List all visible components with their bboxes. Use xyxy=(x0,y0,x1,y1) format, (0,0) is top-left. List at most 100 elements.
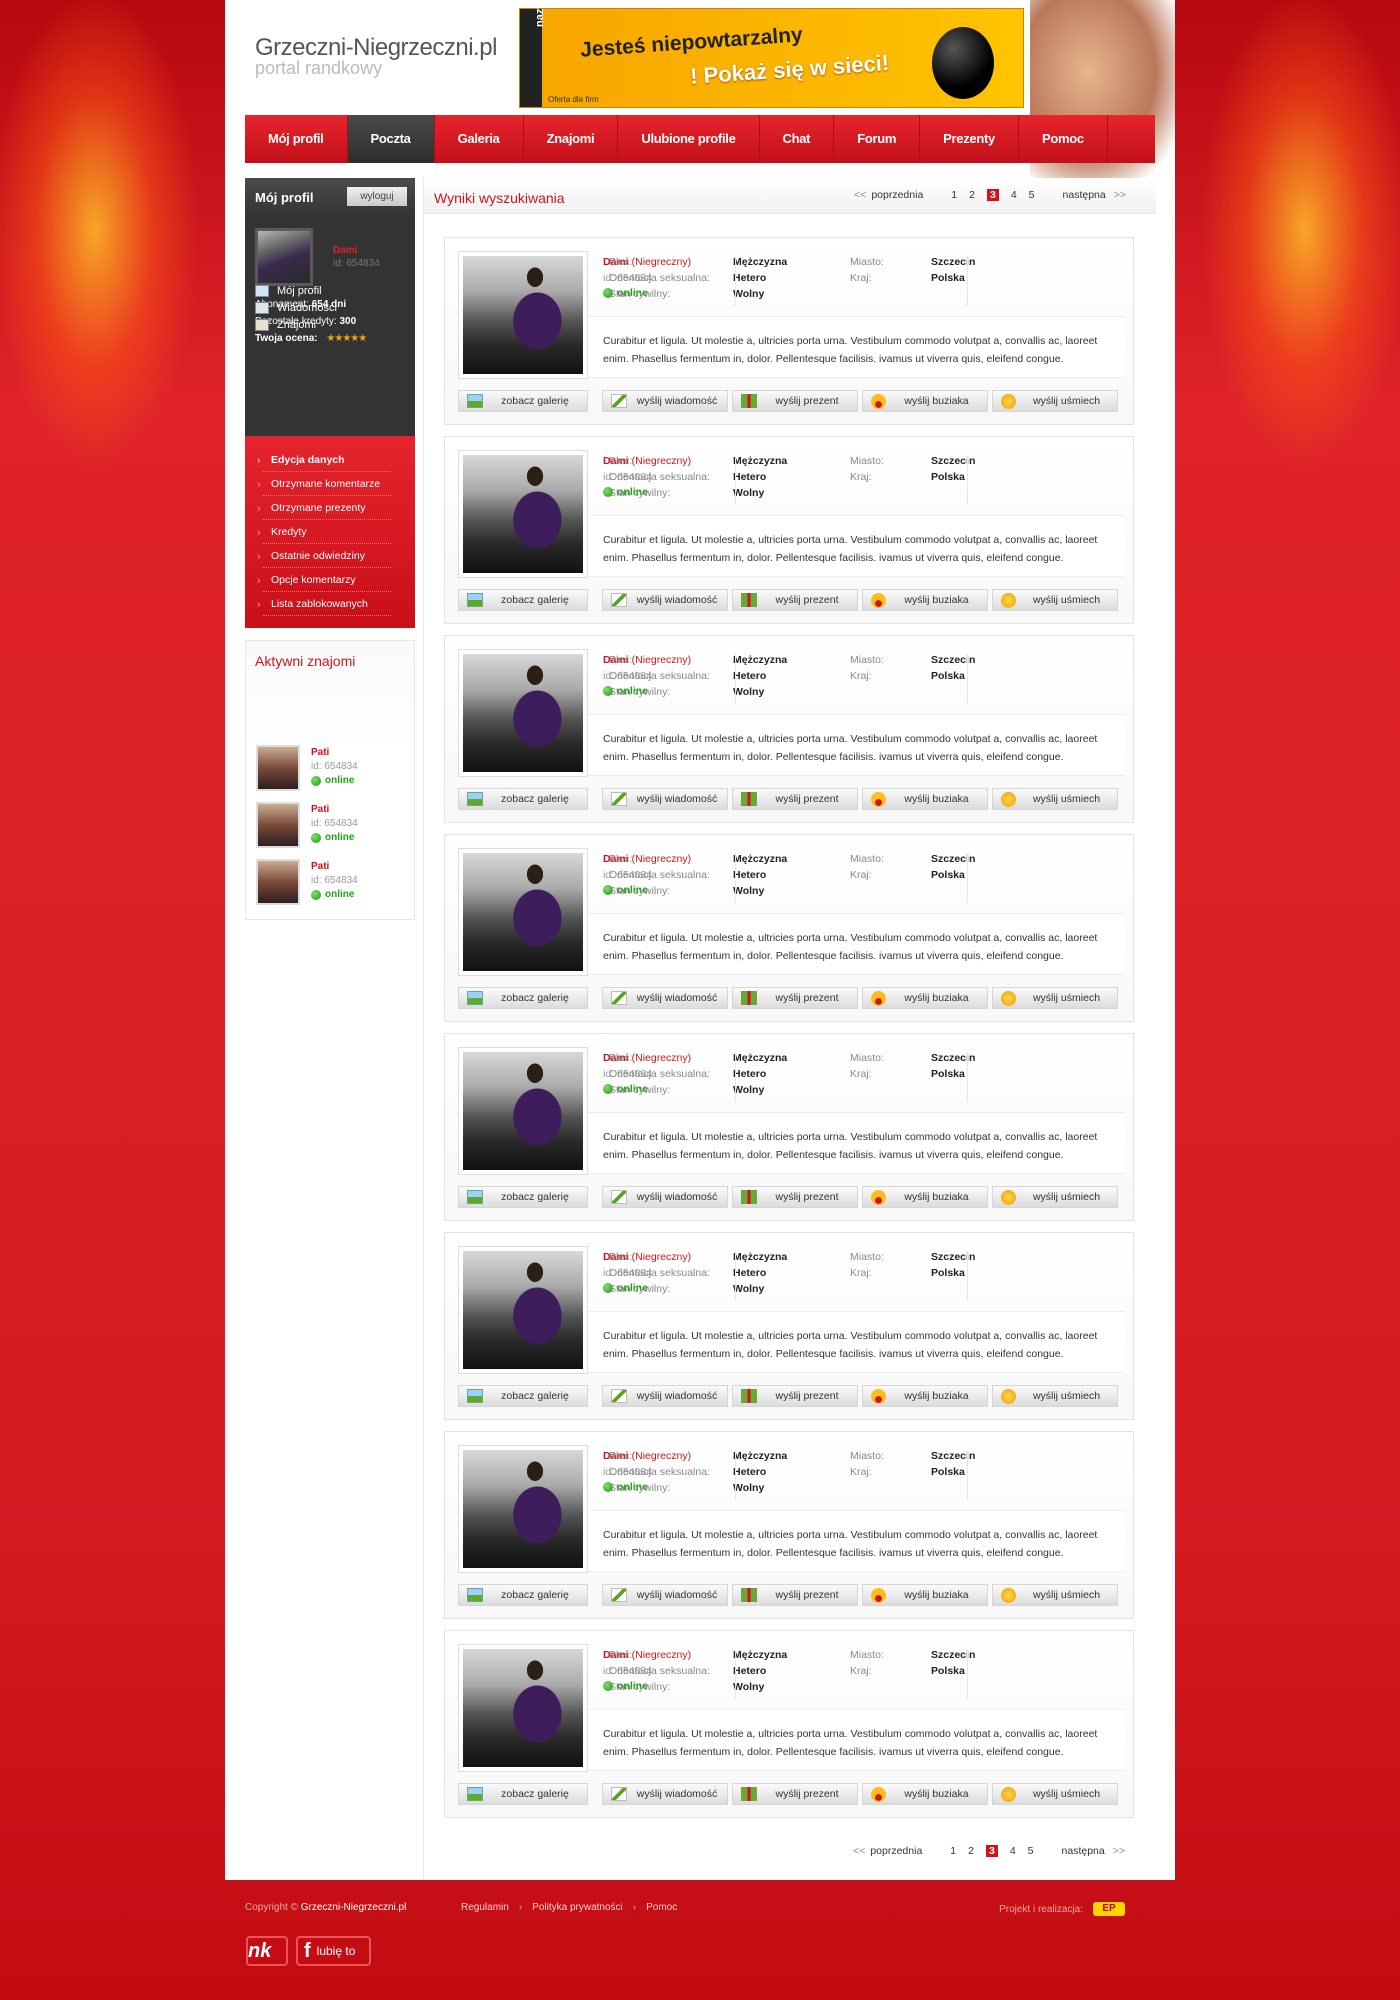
view-gallery-button[interactable]: zobacz galerię xyxy=(458,788,588,810)
send-message-button[interactable]: wyślij wiadomość xyxy=(602,589,728,611)
send-gift-button[interactable]: wyślij prezent xyxy=(732,987,858,1009)
view-gallery-button[interactable]: zobacz galerię xyxy=(458,1186,588,1208)
friend-item[interactable]: Pati id: 654834 online xyxy=(256,859,406,909)
footer-link-2[interactable]: Pomoc xyxy=(646,1902,677,1913)
send-message-button[interactable]: wyślij wiadomość xyxy=(602,1584,728,1606)
send-message-button[interactable]: wyślij wiadomość xyxy=(602,788,728,810)
ad-banner[interactable]: nazwa.pl Jesteś niepowtarzalny ! Pokaż s… xyxy=(519,0,1024,108)
nav-item-3[interactable]: Znajomi xyxy=(524,115,619,163)
send-smile-button[interactable]: wyślij uśmiech xyxy=(992,390,1118,412)
view-gallery-button[interactable]: zobacz galerię xyxy=(458,1385,588,1407)
send-kiss-button[interactable]: wyślij buziaka xyxy=(862,1385,988,1407)
profile-photo[interactable] xyxy=(458,1246,588,1374)
sidebar-menu-item-0[interactable]: Edycja danych xyxy=(257,448,391,472)
nav-item-8[interactable]: Pomoc xyxy=(1019,115,1108,163)
view-gallery-button[interactable]: zobacz galerię xyxy=(458,1584,588,1606)
nk-button[interactable]: nk xyxy=(246,1936,288,1966)
send-kiss-button[interactable]: wyślij buziaka xyxy=(862,589,988,611)
page-link-1[interactable]: 1 xyxy=(950,1845,956,1857)
send-gift-button[interactable]: wyślij prezent xyxy=(732,1584,858,1606)
nav-item-2[interactable]: Galeria xyxy=(435,115,524,163)
send-kiss-button[interactable]: wyślij buziaka xyxy=(862,788,988,810)
send-message-button[interactable]: wyślij wiadomość xyxy=(602,390,728,412)
send-gift-button[interactable]: wyślij prezent xyxy=(732,1385,858,1407)
avatar[interactable] xyxy=(255,228,313,286)
footer-link-0[interactable]: Regulamin xyxy=(461,1902,509,1913)
send-smile-button[interactable]: wyślij uśmiech xyxy=(992,987,1118,1009)
friend-name[interactable]: Pati xyxy=(311,747,329,758)
nav-item-6[interactable]: Forum xyxy=(834,115,921,163)
friend-avatar[interactable] xyxy=(256,859,300,905)
page-link-3[interactable]: 3 xyxy=(986,189,999,201)
footer-link-1[interactable]: Polityka prywatności xyxy=(532,1902,623,1913)
send-smile-button[interactable]: wyślij uśmiech xyxy=(992,1186,1118,1208)
page-link-5[interactable]: 5 xyxy=(1028,1845,1034,1857)
sidebar-menu-item-4[interactable]: Ostatnie odwiedziny xyxy=(257,544,391,568)
sidebar-menu-item-2[interactable]: Otrzymane prezenty xyxy=(257,496,391,520)
site-logo[interactable]: Grzeczni-Niegrzeczni.pl portal randkowy xyxy=(255,34,497,79)
send-smile-button[interactable]: wyślij uśmiech xyxy=(992,589,1118,611)
view-gallery-button[interactable]: zobacz galerię xyxy=(458,589,588,611)
profile-photo[interactable] xyxy=(458,1047,588,1175)
page-link-3[interactable]: 3 xyxy=(985,1845,998,1857)
profile-photo[interactable] xyxy=(458,450,588,578)
send-smile-button[interactable]: wyślij uśmiech xyxy=(992,1783,1118,1805)
send-gift-button[interactable]: wyślij prezent xyxy=(732,589,858,611)
profile-photo[interactable] xyxy=(458,1445,588,1573)
friend-item[interactable]: Pati id: 654834 online xyxy=(256,802,406,852)
send-kiss-button[interactable]: wyślij buziaka xyxy=(862,987,988,1009)
send-kiss-button[interactable]: wyślij buziaka xyxy=(862,1584,988,1606)
profile-photo[interactable] xyxy=(458,251,588,379)
sidebar-menu-item-6[interactable]: Lista zablokowanych xyxy=(257,592,391,616)
page-link-4[interactable]: 4 xyxy=(1010,1845,1016,1857)
friend-avatar[interactable] xyxy=(256,802,300,848)
view-gallery-button[interactable]: zobacz galerię xyxy=(458,390,588,412)
page-link-2[interactable]: 2 xyxy=(968,1845,974,1857)
send-smile-button[interactable]: wyślij uśmiech xyxy=(992,788,1118,810)
next-page-link[interactable]: następna >> xyxy=(1062,1845,1125,1857)
nav-item-1[interactable]: Poczta xyxy=(347,115,435,163)
view-gallery-button[interactable]: zobacz galerię xyxy=(458,1783,588,1805)
send-gift-button[interactable]: wyślij prezent xyxy=(732,1186,858,1208)
send-kiss-button[interactable]: wyślij buziaka xyxy=(862,1783,988,1805)
send-smile-button[interactable]: wyślij uśmiech xyxy=(992,1385,1118,1407)
profile-photo[interactable] xyxy=(458,848,588,976)
sidebar-menu-item-1[interactable]: Otrzymane komentarze xyxy=(257,472,391,496)
send-smile-button[interactable]: wyślij uśmiech xyxy=(992,1584,1118,1606)
send-gift-button[interactable]: wyślij prezent xyxy=(732,1783,858,1805)
page-link-4[interactable]: 4 xyxy=(1011,189,1017,201)
send-kiss-button[interactable]: wyślij buziaka xyxy=(862,390,988,412)
profile-photo[interactable] xyxy=(458,1644,588,1772)
send-kiss-button[interactable]: wyślij buziaka xyxy=(862,1186,988,1208)
nav-item-4[interactable]: Ulubione profile xyxy=(618,115,760,163)
friend-name[interactable]: Pati xyxy=(311,861,329,872)
next-page-link[interactable]: następna >> xyxy=(1063,189,1126,201)
profile-photo[interactable] xyxy=(458,649,588,777)
view-gallery-button[interactable]: zobacz galerię xyxy=(458,987,588,1009)
sidebar-link-2[interactable]: Znajomi xyxy=(255,319,316,331)
friend-name[interactable]: Pati xyxy=(311,804,329,815)
sidebar-link-1[interactable]: Wiadomości xyxy=(255,302,337,314)
page-link-1[interactable]: 1 xyxy=(951,189,957,201)
facebook-like-button[interactable]: f lubię to xyxy=(296,1936,371,1966)
friend-avatar[interactable] xyxy=(256,745,300,791)
sidebar-link-0[interactable]: Mój profil xyxy=(255,285,322,297)
send-message-button[interactable]: wyślij wiadomość xyxy=(602,987,728,1009)
send-message-button[interactable]: wyślij wiadomość xyxy=(602,1385,728,1407)
prev-page-link[interactable]: << poprzednia xyxy=(854,189,923,201)
prev-page-link[interactable]: << poprzednia xyxy=(853,1845,922,1857)
nav-item-0[interactable]: Mój profil xyxy=(245,115,348,163)
friend-item[interactable]: Pati id: 654834 online xyxy=(256,745,406,795)
footer-site-link[interactable]: Grzeczni-Niegrzeczni.pl xyxy=(301,1902,407,1913)
page-link-2[interactable]: 2 xyxy=(969,189,975,201)
nav-item-5[interactable]: Chat xyxy=(760,115,835,163)
send-gift-button[interactable]: wyślij prezent xyxy=(732,788,858,810)
logout-button[interactable]: wyloguj xyxy=(347,187,407,206)
page-link-5[interactable]: 5 xyxy=(1029,189,1035,201)
send-message-button[interactable]: wyślij wiadomość xyxy=(602,1783,728,1805)
ep-logo[interactable]: EP xyxy=(1093,1902,1125,1916)
send-message-button[interactable]: wyślij wiadomość xyxy=(602,1186,728,1208)
sidebar-menu-item-5[interactable]: Opcje komentarzy xyxy=(257,568,391,592)
sidebar-menu-item-3[interactable]: Kredyty xyxy=(257,520,391,544)
nav-item-7[interactable]: Prezenty xyxy=(920,115,1019,163)
